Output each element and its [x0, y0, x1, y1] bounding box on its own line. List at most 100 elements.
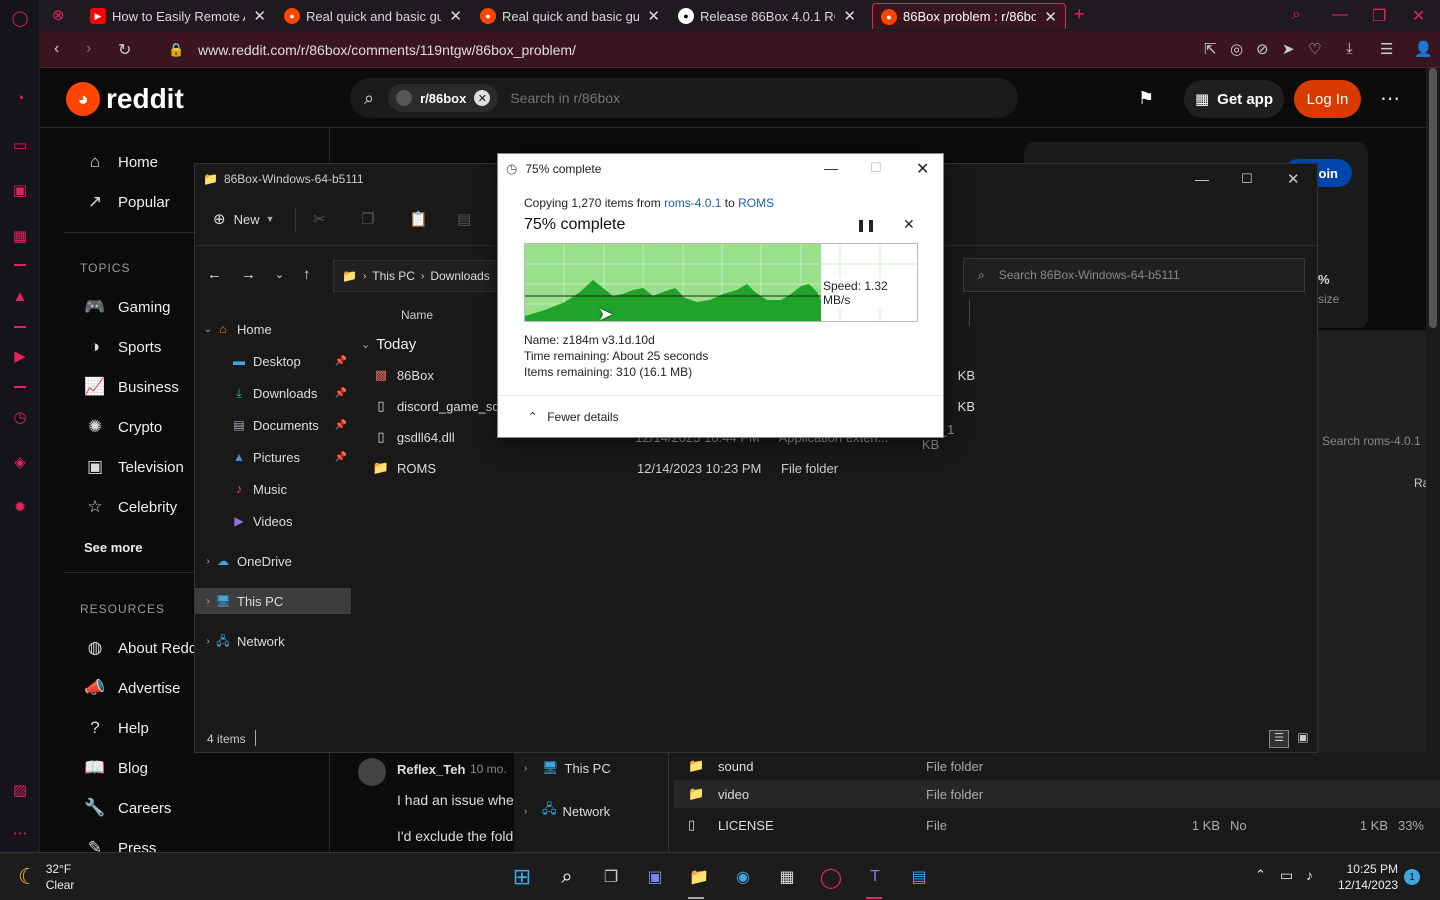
volume-icon[interactable]: ♪ [1306, 867, 1313, 883]
tree-pictures[interactable]: ▲ Pictures 📌 [195, 444, 351, 470]
bg-file-row[interactable]: 📁 video File folder [674, 780, 1440, 808]
page-scrollbar[interactable] [1426, 68, 1440, 852]
get-app-button[interactable]: ▦ Get app [1184, 80, 1284, 118]
cut-icon[interactable]: ✂ [313, 210, 326, 228]
pin-icon[interactable]: 📌 [335, 420, 347, 431]
reddit-search-bar[interactable]: ⌕ r/86box ✕ [350, 78, 1018, 118]
nav-advertise[interactable]: 📣 Advertise [84, 678, 180, 698]
speed-dial-icon[interactable]: ◔ [11, 90, 29, 108]
bg-file-row[interactable]: 📁 sound File folder [674, 752, 1440, 780]
tree-videos[interactable]: ▶ Videos [195, 508, 351, 534]
cube-icon[interactable]: ▦ [11, 228, 29, 246]
tiles-view-icon[interactable]: ▣ [1293, 730, 1313, 748]
send-icon[interactable]: ➤ [1282, 40, 1295, 58]
rename-icon[interactable]: ▤ [457, 210, 471, 228]
weather-widget[interactable]: ☾ 32°F Clear [18, 861, 74, 893]
column-name-header[interactable]: Name [401, 308, 433, 322]
clock[interactable]: 10:25 PM 12/14/2023 [1336, 861, 1398, 893]
minimize-icon[interactable]: — [824, 160, 838, 176]
comment-author[interactable]: Reflex_Teh [397, 762, 465, 777]
pause-icon[interactable]: ❚❚ [856, 218, 876, 232]
close-tab-icon[interactable]: ✕ [1044, 8, 1057, 26]
close-tab-icon[interactable]: ✕ [647, 7, 660, 25]
avatar[interactable] [358, 758, 386, 786]
minimize-icon[interactable]: — [1332, 6, 1348, 24]
file-explorer-taskbar-icon[interactable]: 📁 [685, 863, 713, 891]
recent-dropdown-icon[interactable]: ⌄ [275, 268, 284, 281]
close-icon[interactable]: ✕ [916, 159, 929, 179]
explorer-search-input[interactable]: ⌕ Search 86Box-Windows-64-b5111 [963, 258, 1305, 292]
tab-5-active[interactable]: ● 86Box problem : r/86box ✕ [872, 3, 1066, 29]
share-icon[interactable]: ⇱ [1204, 40, 1217, 58]
search-roms-field[interactable]: Search roms-4.0.1 [1322, 434, 1421, 448]
tab-2[interactable]: ● Real quick and basic guide ✕ [276, 3, 470, 29]
notification-badge[interactable]: 1 [1404, 869, 1420, 885]
copy-icon[interactable]: ❐ [361, 210, 374, 228]
close-tab-icon[interactable]: ✕ [253, 7, 266, 25]
see-more-link[interactable]: See more [84, 540, 143, 555]
close-icon[interactable]: ✕ [1287, 170, 1300, 188]
teams-icon[interactable]: T [861, 863, 889, 891]
tree-onedrive[interactable]: › ☁ OneDrive [195, 548, 351, 574]
tree-downloads[interactable]: ⤓ Downloads 📌 [195, 380, 351, 406]
forward-icon[interactable]: › [86, 40, 91, 58]
nav-help[interactable]: ? Help [84, 718, 149, 738]
settings-gear-icon[interactable]: ✹ [11, 499, 29, 517]
tab-search-icon[interactable]: ⌕ [1292, 6, 1301, 24]
nav-popular[interactable]: ↗ Popular [84, 192, 170, 212]
dialog-title-bar[interactable]: ◷ 75% complete — ☐ ✕ [498, 154, 943, 184]
nav-topic-sports[interactable]: ◑ Sports [84, 337, 162, 357]
restore-icon[interactable]: ❐ [1372, 6, 1386, 26]
close-tab-icon[interactable]: ✕ [843, 7, 856, 25]
reload-icon[interactable]: ↻ [118, 40, 131, 60]
camera-icon[interactable]: ◎ [1230, 40, 1243, 58]
opera-gx-icon[interactable]: ◯ [817, 863, 845, 891]
notepad-icon[interactable]: ▤ [905, 863, 933, 891]
nav-topic-crypto[interactable]: ✺ Crypto [84, 417, 162, 437]
paste-icon[interactable]: 📋 [409, 210, 428, 228]
column-divider[interactable] [969, 300, 970, 326]
back-arrow-icon[interactable]: ← [207, 266, 222, 283]
forward-arrow-icon[interactable]: → [241, 266, 256, 283]
gallery-icon[interactable]: ▨ [11, 782, 29, 800]
close-tab-icon[interactable]: ✕ [449, 7, 462, 25]
tree-desktop[interactable]: ▬ Desktop 📌 [195, 348, 351, 374]
nav-topic-business[interactable]: 📈 Business [84, 377, 178, 397]
task-view-icon[interactable]: ❐ [597, 863, 625, 891]
fewer-details-button[interactable]: ⌃ Fewer details [528, 410, 619, 424]
nav-topic-television[interactable]: ▣ Television [84, 457, 184, 477]
opera-logo-icon[interactable]: ◯ [11, 10, 29, 28]
edge-icon[interactable]: ◉ [729, 863, 757, 891]
back-icon[interactable]: ‹ [54, 40, 59, 58]
nav-topic-gaming[interactable]: 🎮 Gaming [84, 297, 170, 317]
reddit-logo[interactable]: ◕ reddit [66, 82, 184, 116]
remove-chip-icon[interactable]: ✕ [474, 90, 491, 106]
tab-1[interactable]: ▶ How to Easily Remote Acce ✕ [82, 3, 274, 29]
tree-home[interactable]: ⌄ ⌂ Home [195, 316, 351, 342]
bag-icon[interactable]: ▭ [11, 137, 29, 155]
source-link[interactable]: roms-4.0.1 [664, 196, 721, 210]
twitch-icon[interactable]: ▣ [11, 182, 29, 200]
up-arrow-icon[interactable]: ↑ [303, 266, 311, 283]
details-view-icon[interactable]: ☰ [1269, 730, 1289, 748]
maximize-icon[interactable]: ☐ [1241, 171, 1253, 187]
pin-icon[interactable]: 📌 [335, 452, 347, 463]
player-icon[interactable]: ▶ [11, 348, 29, 366]
new-button[interactable]: ⊕ New ▼ [213, 210, 275, 228]
heart-icon[interactable]: ♡ [1308, 40, 1321, 58]
tree-music[interactable]: ♪ Music [195, 476, 351, 502]
subreddit-chip[interactable]: r/86box ✕ [388, 84, 499, 112]
chat-icon[interactable]: ▣ [641, 863, 669, 891]
pin-icon[interactable]: 📌 [335, 356, 347, 367]
profile-icon[interactable]: 👤 [1414, 40, 1433, 58]
scrollbar-thumb[interactable] [1429, 68, 1437, 328]
menu-icon[interactable]: ☰ [1380, 40, 1393, 58]
tab-3[interactable]: ● Real quick and basic guide ✕ [472, 3, 668, 29]
nav-home[interactable]: ⌂ Home [84, 152, 158, 172]
tray-chevron-up-icon[interactable]: ⌃ [1255, 867, 1266, 883]
advertise-icon[interactable]: ⚑ [1138, 88, 1154, 109]
nav-blog[interactable]: 📖 Blog [84, 758, 148, 778]
more-options-icon[interactable]: ⋯ [1380, 86, 1400, 111]
group-header-today[interactable]: ⌄ Today [361, 336, 416, 353]
cancel-icon[interactable]: ✕ [903, 216, 915, 233]
